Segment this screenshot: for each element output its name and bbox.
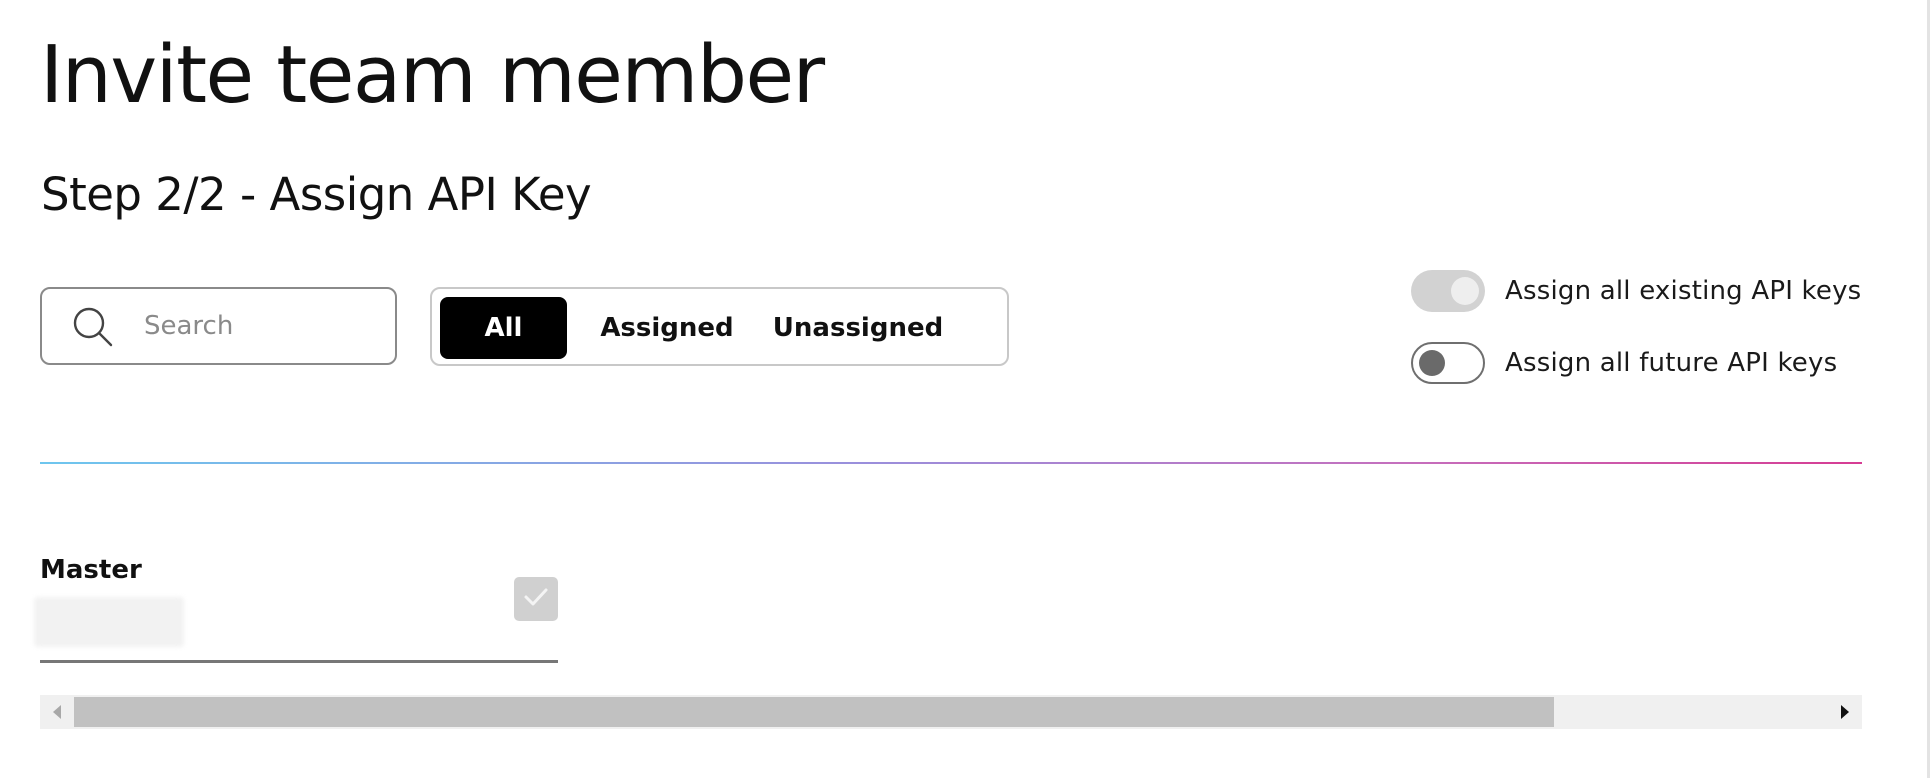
filter-segmented-control: All Assigned Unassigned [430,287,1009,366]
caret-left-icon[interactable] [40,695,74,729]
toggle-knob [1419,350,1445,376]
assign-future-keys-toggle[interactable] [1411,342,1485,384]
horizontal-scrollbar[interactable] [40,695,1862,729]
toggle-knob [1451,277,1479,305]
search-box[interactable] [40,287,397,365]
api-key-value-redacted [34,597,184,647]
api-key-item: Master [34,545,558,665]
step-title: Step 2/2 - Assign API Key [41,168,592,221]
api-key-checkbox[interactable] [514,577,558,621]
filter-assigned-button[interactable]: Assigned [592,297,742,359]
assign-future-keys-row: Assign all future API keys [1411,342,1837,384]
search-icon [72,306,114,348]
search-input[interactable] [144,305,374,347]
assign-future-keys-label: Assign all future API keys [1505,348,1838,378]
scrollbar-thumb[interactable] [74,697,1554,727]
assign-existing-keys-toggle[interactable] [1411,270,1485,312]
page-title: Invite team member [40,29,825,121]
api-key-underline [40,660,558,663]
invite-team-member-page: Invite team member Step 2/2 - Assign API… [0,0,1930,778]
gradient-divider [40,462,1862,464]
check-icon [523,586,549,612]
filter-all-button[interactable]: All [440,297,567,359]
assign-existing-keys-row: Assign all existing API keys [1411,270,1861,312]
filter-unassigned-button[interactable]: Unassigned [766,297,950,359]
assign-existing-keys-label: Assign all existing API keys [1505,276,1862,306]
caret-right-icon[interactable] [1828,695,1862,729]
api-key-name: Master [40,555,142,585]
